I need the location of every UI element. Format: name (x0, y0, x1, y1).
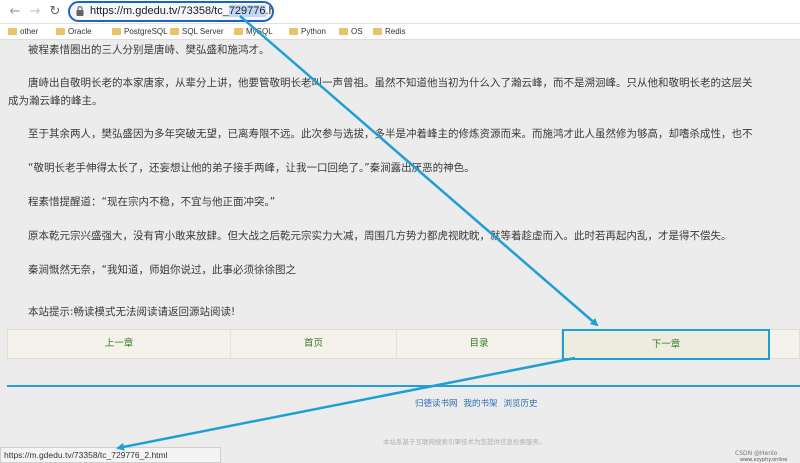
home-button[interactable]: 首页 (231, 330, 397, 358)
toc-button[interactable]: 目录 (397, 330, 562, 358)
folder-icon (112, 28, 121, 35)
footer-disclaimer: 本站系基于互联网搜索引擎技术为您提供信息检索服务。 (383, 438, 546, 446)
footer-link-bookshelf[interactable]: 我的书架 (464, 399, 498, 409)
folder-icon (170, 28, 179, 35)
footer-link-history[interactable]: 浏览历史 (504, 399, 538, 409)
folder-icon (234, 28, 243, 35)
prev-chapter-button[interactable]: 上一章 (8, 330, 231, 358)
link-status-bar: https://m.gdedu.tv/73358/tc_729776_2.htm… (0, 447, 221, 463)
watermark: CSDN @Henlo (735, 450, 778, 457)
article-paragraph: 被程素惜圈出的三人分别是唐峙、樊弘盛和施鸿才。 (28, 44, 270, 56)
lock-icon (76, 6, 84, 16)
article-paragraph: 原本乾元宗兴盛强大，没有宵小敢来放肆。但大战之后乾元宗实力大减，周围几方势力都虎… (28, 230, 732, 242)
folder-icon (339, 28, 348, 35)
footer-divider (7, 385, 800, 387)
bookmark-redis[interactable]: Redis (373, 26, 405, 38)
reading-notice: 本站提示:畅读模式无法阅读请返回源站阅读! (28, 306, 236, 318)
forward-arrow-icon[interactable]: → (26, 3, 44, 21)
article-paragraph: “敬明长老手伸得太长了，还妄想让他的弟子接手两峰，让我一口回绝了。”秦涧露出厌恶… (28, 162, 475, 174)
folder-icon (56, 28, 65, 35)
article-paragraph: 至于其余两人，樊弘盛因为多年突破无望，已离寿限不远。此次参与选拔，多半是冲着峰主… (28, 128, 753, 140)
article-paragraph: 秦涧慨然无奈，“我知道，师姐你说过，此事必须徐徐图之 (28, 264, 296, 276)
watermark-url: www.xzyphy.online (740, 457, 788, 463)
address-bar[interactable]: https://m.gdedu.tv/73358/tc_729776.html (68, 1, 274, 22)
article-paragraph: 程素惜提醒道：“现在宗内不稳，不宜与他正面冲突。” (28, 196, 276, 208)
footer-links: 归德读书网 我的书架 浏览历史 (415, 397, 544, 409)
bookmark-oracle[interactable]: Oracle (56, 26, 92, 38)
url-selected-text: 729776 (228, 5, 266, 17)
bookmark-mysql[interactable]: MySQL (234, 26, 273, 38)
bookmark-other[interactable]: other (8, 26, 38, 38)
article-paragraph-continuation: 成为瀚云峰的峰主。 (8, 95, 103, 107)
folder-icon (8, 28, 17, 35)
bookmarks-bar: other Oracle PostgreSQL SQL Server MySQL… (0, 24, 800, 40)
bookmark-python[interactable]: Python (289, 26, 326, 38)
browser-toolbar: ← → ↻ https://m.gdedu.tv/73358/tc_729776… (0, 0, 800, 24)
folder-icon (289, 28, 298, 35)
url-prefix: https://m.gdedu.tv/73358/tc_ (90, 5, 229, 17)
bookmark-sql-server[interactable]: SQL Server (170, 26, 224, 38)
folder-icon (373, 28, 382, 35)
bookmark-os[interactable]: OS (339, 26, 363, 38)
back-arrow-icon[interactable]: ← (6, 3, 24, 21)
bookmark-postgresql[interactable]: PostgreSQL (112, 26, 168, 38)
footer-link-home[interactable]: 归德读书网 (415, 399, 458, 409)
url-suffix: .html (265, 5, 274, 17)
reload-icon[interactable]: ↻ (46, 3, 64, 21)
article-paragraph: 唐峙出自敬明长老的本家唐家，从辈分上讲，他要管敬明长老叫一声曾祖。虽然不知道他当… (28, 77, 753, 89)
next-chapter-button[interactable]: 下一章 (562, 329, 770, 360)
chapter-pager: 上一章 首页 目录 下一章 (7, 329, 800, 360)
